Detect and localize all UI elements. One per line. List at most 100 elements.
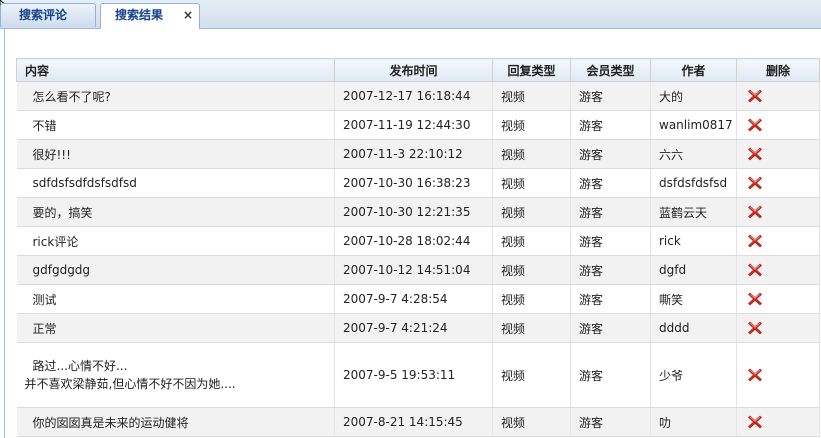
- tab-search-results[interactable]: 搜索结果 ×: [100, 3, 200, 29]
- cell-delete: [736, 81, 820, 111]
- cell-author: wanlim0817: [650, 110, 737, 140]
- cell-time: 2007-11-3 22:10:12: [334, 139, 493, 169]
- table-row[interactable]: gdfgdgdg 2007-10-12 14:51:04 视频 游客 dgfd: [16, 255, 820, 285]
- delete-x-icon[interactable]: [747, 204, 763, 220]
- cell-author: rick: [650, 226, 737, 256]
- delete-x-icon[interactable]: [747, 367, 763, 383]
- cell-delete: [736, 313, 820, 343]
- cell-member-type: 游客: [570, 197, 651, 227]
- tab-search-comments[interactable]: 搜索评论: [0, 3, 96, 27]
- cell-member-type: 游客: [570, 284, 651, 314]
- cell-reply-type: 视频: [492, 407, 571, 437]
- cell-delete: [736, 226, 820, 256]
- cell-content: 测试: [16, 284, 335, 314]
- cell-member-type: 游客: [570, 342, 651, 408]
- grid-header: 内容 发布时间 回复类型 会员类型 作者 删除: [16, 58, 820, 82]
- column-header-content[interactable]: 内容: [16, 58, 335, 82]
- close-icon[interactable]: ×: [183, 4, 193, 27]
- cell-content: 怎么看不了呢?: [16, 81, 335, 111]
- table-row[interactable]: 怎么看不了呢? 2007-12-17 16:18:44 视频 游客 大的: [16, 81, 820, 111]
- cell-author: 嘶笑: [650, 284, 737, 314]
- cell-time: 2007-9-7 4:28:54: [334, 284, 493, 314]
- column-header-time[interactable]: 发布时间: [334, 58, 493, 82]
- column-header-author[interactable]: 作者: [650, 58, 737, 82]
- cell-member-type: 游客: [570, 255, 651, 285]
- cell-delete: [736, 197, 820, 227]
- cell-content: gdfgdgdg: [16, 255, 335, 285]
- cell-delete: [736, 407, 820, 437]
- cell-content: 很好!!!: [16, 139, 335, 169]
- column-header-reply-type[interactable]: 回复类型: [492, 58, 571, 82]
- delete-x-icon[interactable]: [747, 262, 763, 278]
- cell-author: 六六: [650, 139, 737, 169]
- cell-delete: [736, 110, 820, 140]
- cell-member-type: 游客: [570, 81, 651, 111]
- content-line: 路过...心情不好...: [32, 359, 128, 373]
- cell-author: dsfdsfdsfsd: [650, 168, 737, 198]
- cell-delete: [736, 139, 820, 169]
- delete-x-icon[interactable]: [747, 320, 763, 336]
- cell-time: 2007-10-12 14:51:04: [334, 255, 493, 285]
- cell-delete: [736, 168, 820, 198]
- cell-delete: [736, 284, 820, 314]
- cell-time: 2007-12-17 16:18:44: [334, 81, 493, 111]
- table-row[interactable]: sdfdsfsdfdsfsdfsd 2007-10-30 16:38:23 视频…: [16, 168, 820, 198]
- cell-delete: [736, 255, 820, 285]
- cell-reply-type: 视频: [492, 139, 571, 169]
- cell-content: 要的，搞笑: [16, 197, 335, 227]
- cell-content: 正常: [16, 313, 335, 343]
- cell-member-type: 游客: [570, 407, 651, 437]
- delete-x-icon[interactable]: [747, 291, 763, 307]
- cell-time: 2007-10-28 18:02:44: [334, 226, 493, 256]
- cell-author: 蓝鹤云天: [650, 197, 737, 227]
- cell-reply-type: 视频: [492, 284, 571, 314]
- cell-content: rick评论: [16, 226, 335, 256]
- cell-member-type: 游客: [570, 168, 651, 198]
- cell-reply-type: 视频: [492, 255, 571, 285]
- delete-x-icon[interactable]: [747, 175, 763, 191]
- cell-content: sdfdsfsdfdsfsdfsd: [16, 168, 335, 198]
- cell-member-type: 游客: [570, 139, 651, 169]
- cell-content: 路过...心情不好... 并不喜欢梁静茹,但心情不好不因为她....: [16, 342, 335, 408]
- cell-time: 2007-9-7 4:21:24: [334, 313, 493, 343]
- table-row[interactable]: 路过...心情不好... 并不喜欢梁静茹,但心情不好不因为她.... 2007-9…: [16, 342, 820, 408]
- table-row[interactable]: 你的囡囡真是未来的运动健将 2007-8-21 14:15:45 视频 游客 叻: [16, 407, 820, 437]
- cell-reply-type: 视频: [492, 197, 571, 227]
- cell-reply-type: 视频: [492, 226, 571, 256]
- tab-strip: 搜索评论 搜索结果 ×: [0, 0, 821, 29]
- delete-x-icon[interactable]: [747, 233, 763, 249]
- cell-author: 叻: [650, 407, 737, 437]
- cell-time: 2007-11-19 12:44:30: [334, 110, 493, 140]
- cell-time: 2007-9-5 19:53:11: [334, 342, 493, 408]
- cell-time: 2007-10-30 16:38:23: [334, 168, 493, 198]
- delete-x-icon[interactable]: [747, 88, 763, 104]
- cell-reply-type: 视频: [492, 342, 571, 408]
- column-header-member-type[interactable]: 会员类型: [570, 58, 651, 82]
- cell-member-type: 游客: [570, 110, 651, 140]
- table-row[interactable]: rick评论 2007-10-28 18:02:44 视频 游客 rick: [16, 226, 820, 256]
- tab-label: 搜索评论: [19, 8, 68, 22]
- delete-x-icon[interactable]: [747, 146, 763, 162]
- cell-author: 大的: [650, 81, 737, 111]
- table-row[interactable]: 测试 2007-9-7 4:28:54 视频 游客 嘶笑: [16, 284, 820, 314]
- cell-content: 你的囡囡真是未来的运动健将: [16, 407, 335, 437]
- table-row[interactable]: 不错 2007-11-19 12:44:30 视频 游客 wanlim0817: [16, 110, 820, 140]
- cell-time: 2007-8-21 14:15:45: [334, 407, 493, 437]
- cell-reply-type: 视频: [492, 168, 571, 198]
- tab-label: 搜索结果: [115, 8, 164, 22]
- cell-reply-type: 视频: [492, 110, 571, 140]
- cell-author: dgfd: [650, 255, 737, 285]
- delete-x-icon[interactable]: [747, 117, 763, 133]
- delete-x-icon[interactable]: [747, 414, 763, 430]
- cell-time: 2007-10-30 12:21:35: [334, 197, 493, 227]
- cell-author: dddd: [650, 313, 737, 343]
- cell-reply-type: 视频: [492, 81, 571, 111]
- content-line: 并不喜欢梁静茹,但心情不好不因为她....: [24, 377, 236, 391]
- table-row[interactable]: 要的，搞笑 2007-10-30 12:21:35 视频 游客 蓝鹤云天: [16, 197, 820, 227]
- table-row[interactable]: 正常 2007-9-7 4:21:24 视频 游客 dddd: [16, 313, 820, 343]
- cell-reply-type: 视频: [492, 313, 571, 343]
- table-row[interactable]: 很好!!! 2007-11-3 22:10:12 视频 游客 六六: [16, 139, 820, 169]
- cell-member-type: 游客: [570, 313, 651, 343]
- cell-delete: [736, 342, 820, 408]
- column-header-delete[interactable]: 删除: [736, 58, 820, 82]
